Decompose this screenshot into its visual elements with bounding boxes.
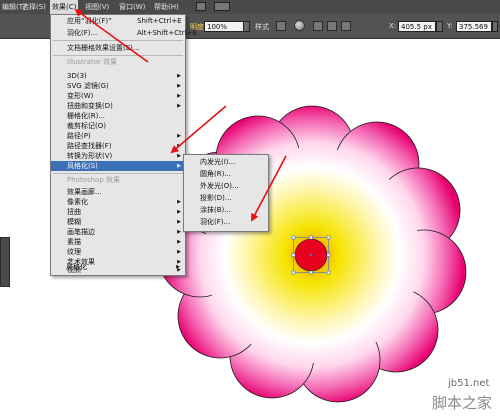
annotation-arrows bbox=[74, 8, 287, 222]
arrow-to-stylize bbox=[170, 105, 227, 154]
watermark-name: 脚本之家 bbox=[432, 394, 493, 412]
watermark-site: jb51.net bbox=[448, 378, 490, 389]
arrow-to-feather bbox=[251, 155, 287, 222]
arrow-to-effects-menu bbox=[74, 8, 149, 63]
